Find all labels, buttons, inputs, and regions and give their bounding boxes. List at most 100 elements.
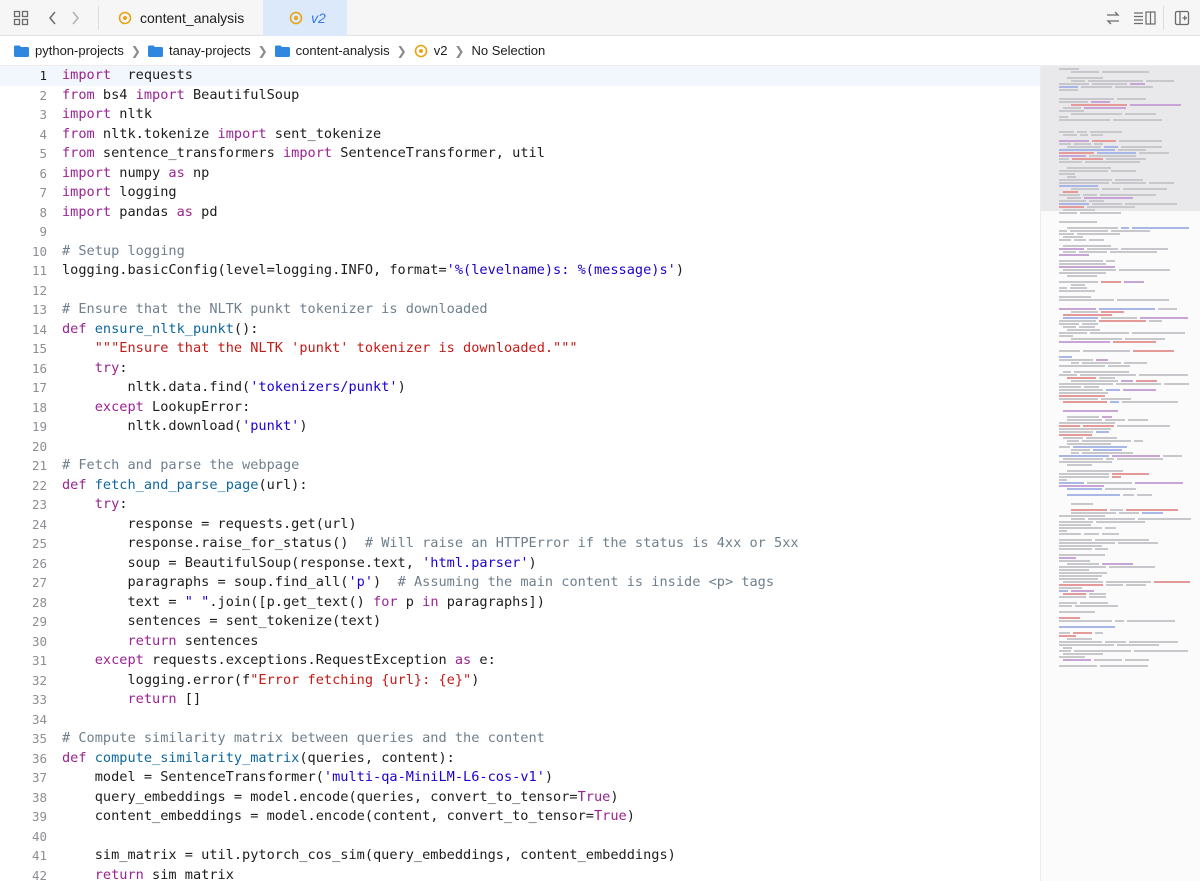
code-line[interactable]: 22 def fetch_and_parse_page(url): — [0, 476, 1040, 496]
minimap-line — [1118, 542, 1158, 544]
code-line[interactable]: 33 return [] — [0, 690, 1040, 710]
breadcrumb-item-v2[interactable]: v2 — [414, 43, 448, 58]
minimap-line — [1059, 482, 1084, 484]
code-token: bs4 — [94, 86, 136, 103]
code-token: text = — [62, 593, 185, 610]
code-line[interactable]: 16 try: — [0, 359, 1040, 379]
minimap-line — [1059, 578, 1098, 580]
code-line[interactable]: 35 # Compute similarity matrix between qu… — [0, 729, 1040, 749]
code-token: ) — [373, 574, 398, 590]
code-line[interactable]: 23 try: — [0, 495, 1040, 515]
code-line[interactable]: 36 def compute_similarity_matrix(queries,… — [0, 749, 1040, 769]
code-line[interactable]: 3 import nltk — [0, 105, 1040, 125]
code-line[interactable]: 1 import requests — [0, 66, 1040, 86]
code-line[interactable]: 24 response = requests.get(url) — [0, 515, 1040, 535]
breadcrumb-item-tanay-projects[interactable]: tanay-projects — [147, 43, 251, 58]
swap-icon[interactable] — [1102, 7, 1124, 29]
line-number: 1 — [39, 68, 47, 83]
minimap-line — [1059, 89, 1078, 91]
forward-arrow-icon[interactable] — [64, 7, 86, 29]
minimap-line — [1059, 530, 1067, 532]
minimap-line — [1067, 176, 1076, 178]
code-line[interactable]: 39 content_embeddings = model.encode(con… — [0, 807, 1040, 827]
code-text: soup = BeautifulSoup(response.text, 'htm… — [62, 554, 536, 574]
minimap-line — [1149, 182, 1174, 184]
code-line[interactable]: 26 soup = BeautifulSoup(response.text, '… — [0, 554, 1040, 574]
breadcrumb-item-selection[interactable]: No Selection — [471, 43, 545, 58]
editor-options-icon[interactable] — [1132, 7, 1158, 29]
minimap-line — [1059, 479, 1067, 481]
code-line[interactable]: 7 import logging — [0, 183, 1040, 203]
minimap-line — [1059, 473, 1109, 475]
code-line[interactable]: 27 paragraphs = soup.find_all('p') # Ass… — [0, 573, 1040, 593]
breadcrumb-label: v2 — [433, 43, 448, 58]
minimap-line — [1096, 521, 1145, 523]
add-editor-icon[interactable] — [1171, 7, 1193, 29]
code-line[interactable]: 40 — [0, 827, 1040, 847]
minimap-line — [1063, 458, 1103, 460]
minimap-line — [1158, 308, 1177, 310]
python-file-icon — [118, 11, 132, 25]
code-token: compute_similarity_matrix — [94, 749, 300, 766]
code-line[interactable]: 8 import pandas as pd — [0, 203, 1040, 223]
minimap-line — [1059, 341, 1110, 343]
breadcrumb-item-python-projects[interactable]: python-projects — [14, 43, 124, 58]
code-line[interactable]: 13 # Ensure that the NLTK punkt tokenizer… — [0, 300, 1040, 320]
code-line[interactable]: 32 logging.error(f"Error fetching {url}:… — [0, 671, 1040, 691]
back-arrow-icon[interactable] — [42, 7, 64, 29]
code-line[interactable]: 4 from nltk.tokenize import sent_tokenize — [0, 125, 1040, 145]
code-line[interactable]: 30 return sentences — [0, 632, 1040, 652]
code-token: : — [119, 496, 128, 512]
code-line[interactable]: 20 — [0, 437, 1040, 457]
code-line[interactable]: 28 text = " ".join([p.get_text() for p i… — [0, 593, 1040, 613]
code-token: import — [62, 106, 112, 122]
tab-v2[interactable]: v2 — [263, 0, 347, 36]
minimap-line — [1067, 443, 1111, 445]
minimap-line — [1113, 341, 1156, 343]
code-editor[interactable]: 1 import requests 2 from bs4 import Beautif… — [0, 66, 1040, 881]
code-text: sentences = sent_tokenize(text) — [62, 612, 381, 632]
code-line[interactable]: 19 nltk.download('punkt') — [0, 417, 1040, 437]
minimap-line — [1067, 227, 1118, 229]
code-line[interactable]: 21 # Fetch and parse the webpage — [0, 456, 1040, 476]
code-line[interactable]: 14 def ensure_nltk_punkt(): — [0, 320, 1040, 340]
minimap-line — [1063, 191, 1078, 193]
minimap-line — [1059, 644, 1114, 646]
minimap-line — [1109, 566, 1155, 568]
code-line[interactable]: 25 response.raise_for_status() # Will ra… — [0, 534, 1040, 554]
minimap-line — [1059, 656, 1085, 658]
code-line[interactable]: 6 import numpy as np — [0, 164, 1040, 184]
code-line[interactable]: 42 return sim_matrix — [0, 866, 1040, 881]
minimap-line — [1121, 380, 1133, 382]
grid-view-icon[interactable] — [10, 7, 32, 29]
code-line[interactable]: 5 from sentence_transformers import Sente… — [0, 144, 1040, 164]
breadcrumb-separator: ❯ — [130, 43, 141, 58]
code-line[interactable]: 29 sentences = sent_tokenize(text) — [0, 612, 1040, 632]
code-line[interactable]: 37 model = SentenceTransformer('multi-qa… — [0, 768, 1040, 788]
code-line[interactable]: 12 — [0, 281, 1040, 301]
code-line[interactable]: 11 logging.basicConfig(level=logging.INFO… — [0, 261, 1040, 281]
minimap-line — [1067, 440, 1079, 442]
breadcrumb-item-content-analysis[interactable]: content-analysis — [274, 43, 390, 58]
code-line[interactable]: 10 # Setup logging — [0, 242, 1040, 262]
code-token: fetch_and_parse_page — [94, 476, 259, 493]
minimap-line — [1071, 362, 1079, 364]
code-line[interactable]: 31 except requests.exceptions.RequestExc… — [0, 651, 1040, 671]
code-line[interactable]: 9 — [0, 222, 1040, 242]
minimap-line — [1063, 593, 1086, 595]
breadcrumb-separator: ❯ — [454, 43, 465, 58]
code-line[interactable]: 17 nltk.data.find('tokenizers/punkt') — [0, 378, 1040, 398]
minimap-line — [1079, 251, 1107, 253]
code-line[interactable]: 38 query_embeddings = model.encode(queri… — [0, 788, 1040, 808]
code-token: # Ensure that the NLTK punkt tokenizer i… — [62, 301, 488, 317]
tab-content-analysis[interactable]: content_analysis — [100, 0, 262, 36]
code-line[interactable]: 18 except LookupError: — [0, 398, 1040, 418]
code-line[interactable]: 34 — [0, 710, 1040, 730]
code-line[interactable]: 41 sim_matrix = util.pytorch_cos_sim(que… — [0, 846, 1040, 866]
code-line[interactable]: 15 """Ensure that the NLTK 'punkt' token… — [0, 339, 1040, 359]
minimap[interactable] — [1040, 66, 1200, 881]
code-text: def fetch_and_parse_page(url): — [62, 476, 308, 496]
code-token: True — [577, 788, 611, 805]
minimap-line — [1059, 158, 1069, 160]
code-line[interactable]: 2 from bs4 import BeautifulSoup — [0, 86, 1040, 106]
